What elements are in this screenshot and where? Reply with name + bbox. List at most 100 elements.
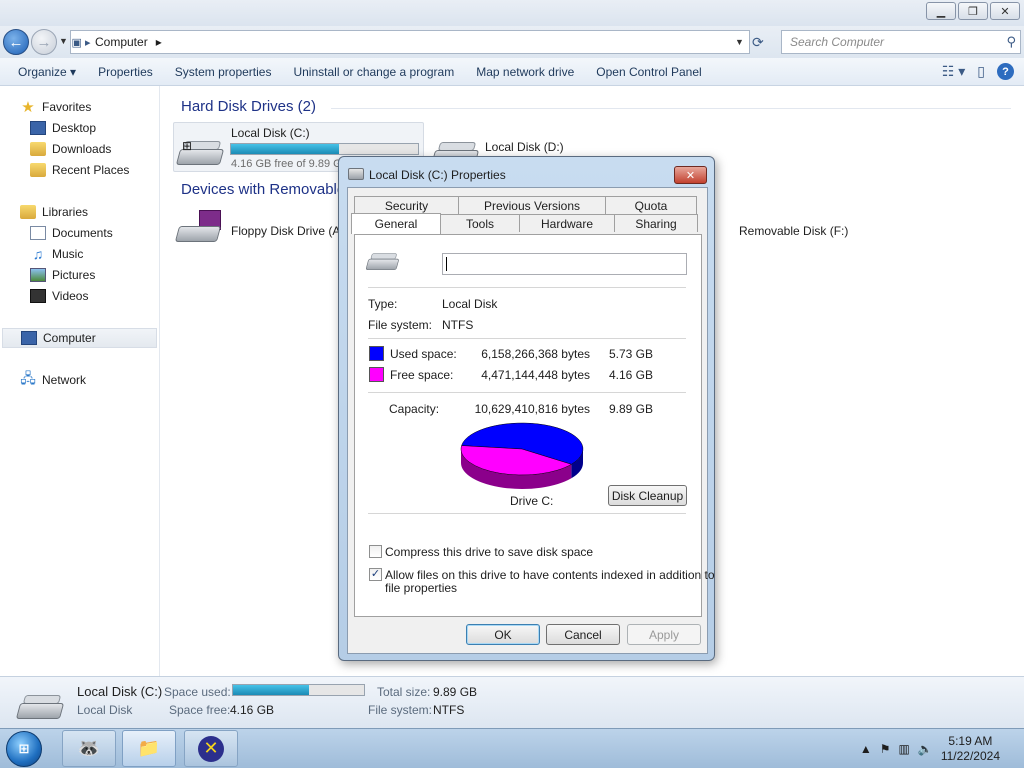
uninstall-program-button[interactable]: Uninstall or change a program: [285, 65, 462, 79]
windows-logo-icon: ⊞: [182, 139, 193, 153]
breadcrumb-chevron-icon[interactable]: ▸: [152, 35, 166, 49]
drive-caption: Drive C:: [510, 494, 554, 508]
nav-network-label: Network: [42, 373, 87, 387]
nav-desktop-label: Desktop: [52, 121, 97, 135]
ok-button[interactable]: OK: [466, 624, 540, 645]
type-value: Local Disk: [442, 297, 498, 311]
show-hidden-icons-icon[interactable]: ▲: [860, 742, 872, 756]
action-center-flag-icon[interactable]: ⚑: [880, 742, 891, 756]
compress-label[interactable]: Compress this drive to save disk space: [385, 545, 593, 559]
drive-large-icon: [365, 249, 400, 270]
details-fs-label: File system:: [368, 703, 433, 717]
volume-label-input[interactable]: [442, 253, 687, 275]
hard-drive-icon: ⊞: [175, 135, 225, 165]
taskbar-app-raccoon[interactable]: 🦝: [62, 730, 116, 767]
group-header-removable[interactable]: Devices with Removable: [181, 181, 345, 198]
tab-previous-versions[interactable]: Previous Versions: [458, 196, 606, 214]
back-button[interactable]: ←: [3, 29, 29, 55]
downloads-folder-icon: [30, 142, 46, 156]
search-input[interactable]: Search Computer ⚲: [781, 30, 1021, 54]
search-icon[interactable]: ⚲: [1006, 34, 1016, 50]
free-space-color-swatch: [369, 367, 384, 382]
floppy-drive-tile[interactable]: Floppy Disk Drive (A: [174, 208, 345, 252]
taskbar-app-x[interactable]: ✕: [184, 730, 238, 767]
index-checkbox[interactable]: ✓: [369, 568, 382, 581]
system-tray: ▲ ⚑ ▥ 🔈 5:19 AM 11/22/2024: [860, 729, 1024, 769]
map-network-drive-button[interactable]: Map network drive: [468, 65, 582, 79]
search-placeholder: Search Computer: [790, 35, 885, 49]
raccoon-icon: 🦝: [77, 738, 101, 758]
recent-pages-dropdown[interactable]: ▼: [59, 36, 68, 46]
tab-sharing[interactable]: Sharing: [614, 214, 698, 232]
videos-icon: [30, 289, 46, 303]
nav-downloads[interactable]: Downloads: [30, 139, 111, 159]
start-button[interactable]: ⊞: [6, 731, 42, 767]
dialog-title: Local Disk (C:) Properties: [369, 168, 506, 182]
refresh-icon[interactable]: ⟳: [752, 34, 764, 51]
help-icon[interactable]: ?: [997, 63, 1014, 80]
dialog-close-button[interactable]: ✕: [674, 166, 707, 184]
nav-pictures[interactable]: Pictures: [30, 265, 95, 285]
tab-quota[interactable]: Quota: [605, 196, 697, 214]
details-total: 9.89 GB: [433, 685, 478, 699]
nav-recent-places[interactable]: Recent Places: [30, 160, 129, 180]
pictures-icon: [30, 268, 46, 282]
cancel-button[interactable]: Cancel: [546, 624, 620, 645]
filesystem-label: File system:: [368, 318, 433, 332]
music-icon: ♫: [32, 246, 44, 262]
nav-computer-label: Computer: [43, 331, 96, 345]
nav-documents[interactable]: Documents: [30, 223, 113, 243]
drive-d-name: Local Disk (D:): [485, 140, 564, 154]
disk-cleanup-button[interactable]: Disk Cleanup: [608, 485, 687, 506]
address-dropdown-icon[interactable]: ▼: [735, 37, 749, 47]
nav-downloads-label: Downloads: [52, 142, 112, 156]
minimize-button[interactable]: ▁: [926, 2, 956, 20]
index-label-line2[interactable]: file properties: [385, 581, 457, 595]
details-space-free: 4.16 GB: [230, 703, 275, 717]
breadcrumb-computer[interactable]: Computer: [91, 35, 152, 49]
nav-network[interactable]: 🖧 Network: [20, 370, 86, 390]
system-properties-button[interactable]: System properties: [167, 65, 280, 79]
network-status-icon[interactable]: ▥: [899, 742, 910, 756]
nav-favorites[interactable]: ★ Favorites: [20, 97, 91, 117]
group-header-hdd[interactable]: Hard Disk Drives (2): [181, 98, 316, 115]
index-label-line1[interactable]: Allow files on this drive to have conten…: [385, 568, 715, 582]
clock[interactable]: 5:19 AM 11/22/2024: [941, 734, 1000, 764]
details-usage-bar: [232, 684, 365, 696]
removable-f-tile[interactable]: Removable Disk (F:): [711, 214, 911, 248]
separator: [368, 513, 686, 514]
taskbar-explorer[interactable]: 📁: [122, 730, 176, 767]
properties-button[interactable]: Properties: [90, 65, 161, 79]
apply-button[interactable]: Apply: [627, 624, 701, 645]
nav-music[interactable]: ♫ Music: [30, 244, 84, 264]
maximize-button[interactable]: ❐: [958, 2, 988, 20]
documents-icon: [30, 226, 46, 240]
nav-desktop[interactable]: Desktop: [30, 118, 96, 138]
tab-security[interactable]: Security: [354, 196, 459, 214]
organize-button[interactable]: Organize ▾: [10, 65, 84, 79]
compress-checkbox[interactable]: [369, 545, 382, 558]
floppy-drive-icon: [174, 210, 223, 242]
change-view-icon[interactable]: ☷ ▾: [942, 63, 965, 80]
separator: [368, 287, 686, 288]
drive-c-usage-bar: [230, 143, 419, 155]
volume-icon[interactable]: 🔈: [918, 742, 933, 756]
tab-general[interactable]: General: [351, 213, 441, 234]
general-tab-panel: Type: Local Disk File system: NTFS Used …: [354, 234, 715, 617]
open-control-panel-button[interactable]: Open Control Panel: [588, 65, 709, 79]
desktop-icon: [30, 121, 46, 135]
nav-pictures-label: Pictures: [52, 268, 96, 282]
tab-hardware[interactable]: Hardware: [519, 214, 615, 232]
tab-tools[interactable]: Tools: [440, 214, 520, 232]
star-icon: ★: [21, 99, 35, 116]
nav-computer[interactable]: Computer: [2, 328, 157, 348]
drive-icon: [348, 168, 364, 180]
preview-pane-icon[interactable]: ▯: [977, 63, 985, 80]
used-space-gb: 5.73 GB: [608, 347, 653, 361]
forward-button[interactable]: →: [31, 29, 57, 55]
address-bar[interactable]: ▣ ▸ Computer ▸ ▼: [70, 30, 750, 54]
close-window-button[interactable]: ✕: [990, 2, 1020, 20]
nav-libraries[interactable]: Libraries: [20, 202, 88, 222]
nav-videos[interactable]: Videos: [30, 286, 88, 306]
disk-usage-pie-chart: [460, 422, 584, 489]
